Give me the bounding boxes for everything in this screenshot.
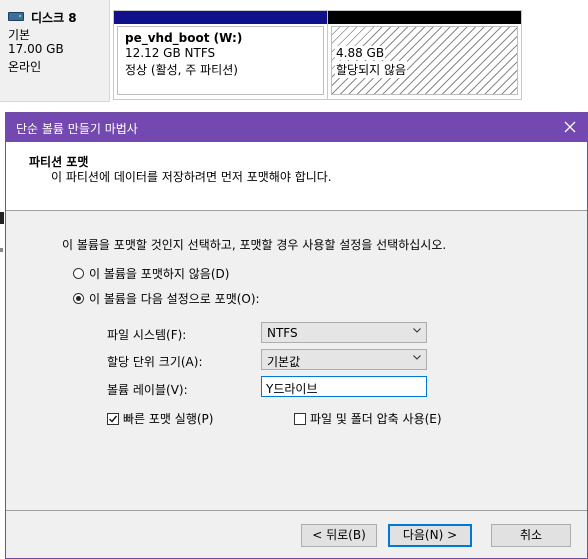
- title-bar[interactable]: 단순 볼륨 만들기 마법사: [6, 113, 587, 142]
- chevron-down-icon: [413, 355, 421, 360]
- disk-info-panel[interactable]: 디스크 8 기본 17.00 GB 온라인: [0, 0, 110, 102]
- wizard-header: 파티션 포맷 이 파티션에 데이터를 저장하려면 먼저 포맷해야 합니다.: [6, 142, 587, 211]
- disk-type: 기본: [8, 28, 31, 42]
- partition-bar-primary: [114, 11, 327, 24]
- partition-name: pe_vhd_boot (W:): [125, 31, 243, 45]
- compression-label: 파일 및 폴더 압축 사용(E): [310, 412, 442, 426]
- close-icon: [564, 121, 576, 133]
- partition-boot[interactable]: pe_vhd_boot (W:) 12.12 GB NTFS 정상 (활성, 주…: [113, 10, 328, 100]
- radio-no-format-label: 이 볼륨을 포맷하지 않음(D): [89, 267, 230, 281]
- disk-drive-icon: [8, 12, 24, 21]
- radio-no-format[interactable]: 이 볼륨을 포맷하지 않음(D): [73, 265, 229, 282]
- file-system-select[interactable]: NTFS: [261, 322, 427, 343]
- partition-unallocated[interactable]: 4.88 GB 할당되지 않음: [327, 10, 522, 100]
- radio-format[interactable]: 이 볼륨을 다음 설정으로 포맷(O):: [73, 290, 260, 307]
- disk-size: 17.00 GB: [8, 42, 64, 56]
- checkbox-checked[interactable]: [107, 412, 119, 425]
- next-button[interactable]: 다음(N) >: [388, 524, 472, 547]
- new-simple-volume-wizard: 단순 볼륨 만들기 마법사 파티션 포맷 이 파티션에 데이터를 저장하려면 먼…: [5, 112, 588, 559]
- wizard-body: 이 볼륨을 포맷할 것인지 선택하고, 포맷할 경우 사용할 설정을 선택하십시…: [6, 211, 587, 511]
- partition-status: 정상 (활성, 주 파티션): [125, 63, 238, 77]
- radio-button-selected[interactable]: [73, 293, 84, 304]
- allocation-unit-value: 기본값: [267, 355, 301, 369]
- chevron-down-icon: [413, 328, 421, 333]
- volume-label-input[interactable]: Y드라이브: [261, 376, 427, 397]
- partition-bar-unallocated: [328, 11, 521, 24]
- window-title: 단순 볼륨 만들기 마법사: [16, 122, 138, 136]
- radio-format-label: 이 볼륨을 다음 설정으로 포맷(O):: [89, 292, 260, 306]
- page-subtitle: 이 파티션에 데이터를 저장하려면 먼저 포맷해야 합니다.: [51, 170, 332, 184]
- radio-button[interactable]: [73, 268, 84, 279]
- allocation-unit-label: 할당 단위 크기(A):: [107, 355, 203, 369]
- volume-label-value: Y드라이브: [266, 382, 318, 396]
- footer-divider: [6, 510, 587, 511]
- instruction-text: 이 볼륨을 포맷할 것인지 선택하고, 포맷할 경우 사용할 설정을 선택하십시…: [62, 238, 447, 252]
- unallocated-status: 할당되지 않음: [335, 61, 408, 78]
- compression-checkbox[interactable]: 파일 및 폴더 압축 사용(E): [294, 410, 442, 427]
- unallocated-body: 4.88 GB 할당되지 않음: [331, 26, 518, 95]
- background-fragment: [0, 248, 3, 252]
- unallocated-size: 4.88 GB: [335, 46, 386, 60]
- checkbox-unchecked[interactable]: [294, 412, 306, 425]
- partition-boot-body: pe_vhd_boot (W:) 12.12 GB NTFS 정상 (활성, 주…: [117, 26, 324, 95]
- file-system-value: NTFS: [267, 326, 298, 340]
- check-icon: [109, 415, 118, 423]
- quick-format-label: 빠른 포맷 실행(P): [123, 412, 214, 426]
- back-button[interactable]: < 뒤로(B): [301, 524, 377, 547]
- close-button[interactable]: [553, 113, 587, 142]
- partition-detail: 12.12 GB NTFS: [125, 46, 216, 60]
- disk-map-strip: 디스크 8 기본 17.00 GB 온라인 pe_vhd_boot (W:) 1…: [0, 0, 588, 112]
- volume-label-label: 볼륨 레이블(V):: [107, 383, 188, 397]
- quick-format-checkbox[interactable]: 빠른 포맷 실행(P): [107, 410, 213, 427]
- disk-status: 온라인: [8, 60, 42, 74]
- cancel-button[interactable]: 취소: [491, 524, 571, 547]
- allocation-unit-select[interactable]: 기본값: [261, 349, 427, 370]
- disk-name: 디스크 8: [31, 11, 77, 25]
- file-system-label: 파일 시스템(F):: [107, 328, 187, 342]
- background-fragment: [0, 212, 4, 224]
